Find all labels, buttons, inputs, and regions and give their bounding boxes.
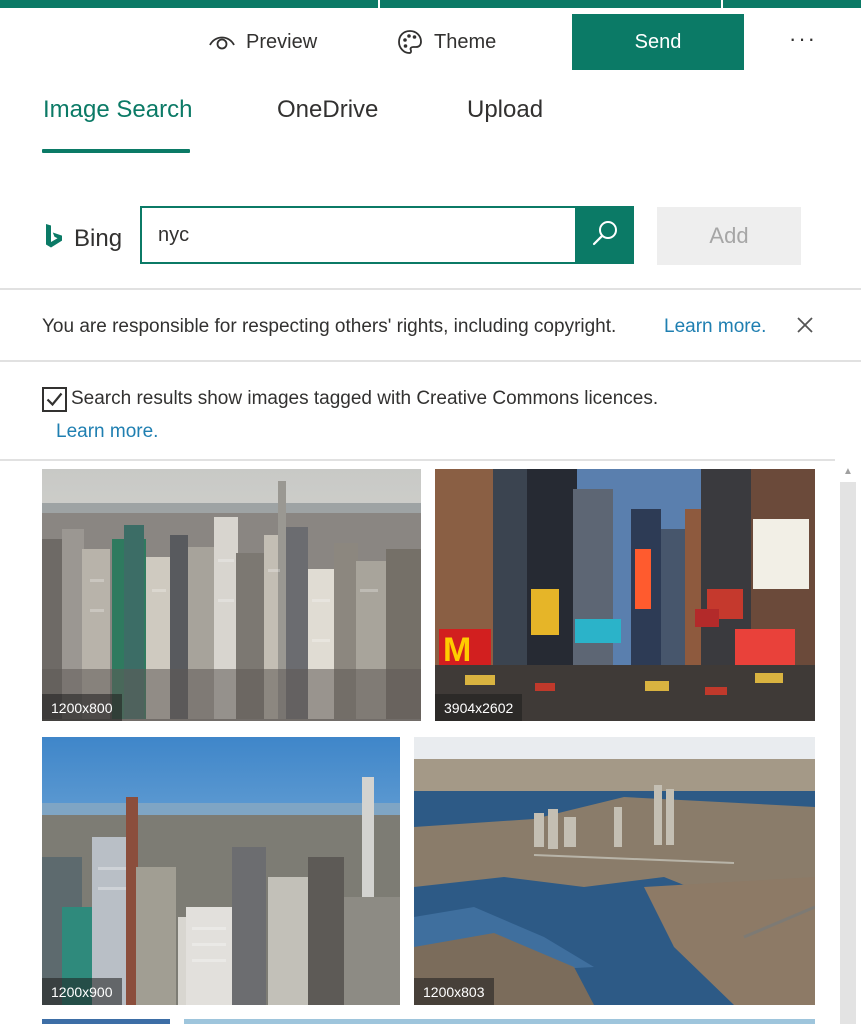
image-size-label: 1200x900	[42, 978, 122, 1005]
bing-logo: Bing	[44, 223, 122, 254]
search-row: Bing Add	[0, 205, 861, 265]
times-square-image: M	[435, 469, 815, 721]
tab-onedrive[interactable]: OneDrive	[277, 96, 378, 124]
tab-upload[interactable]: Upload	[467, 96, 543, 124]
close-icon[interactable]	[794, 314, 816, 336]
preview-button[interactable]: Preview	[208, 22, 317, 62]
search-icon	[590, 218, 620, 253]
notice-text: You are responsible for respecting other…	[42, 316, 617, 337]
copyright-notice: You are responsible for respecting other…	[0, 290, 861, 361]
creative-commons-learn-more-link[interactable]: Learn more.	[56, 421, 158, 443]
image-size-label: 1200x800	[42, 694, 122, 721]
midtown-aerial-image	[42, 737, 400, 1005]
scroll-up-icon[interactable]: ▲	[843, 466, 853, 477]
toolbar: Preview Theme Send ···	[0, 8, 861, 78]
image-results-grid: 1200x800 M 3904x2602 1200x900 1200x803	[0, 459, 861, 1024]
creative-commons-label: Search results show images tagged with C…	[71, 388, 659, 409]
image-result[interactable]: M 3904x2602	[435, 469, 815, 721]
top-accent-strip	[0, 0, 861, 8]
send-button[interactable]: Send	[572, 14, 744, 70]
image-result[interactable]: 1200x803	[414, 737, 815, 1005]
more-options-button[interactable]: ···	[786, 24, 820, 54]
image-result[interactable]: 1200x800	[42, 469, 421, 721]
divider	[0, 360, 861, 362]
image-search-box	[140, 206, 577, 264]
palette-icon	[396, 28, 424, 56]
image-size-label: 3904x2602	[435, 694, 523, 721]
image-result[interactable]	[42, 1019, 170, 1024]
creative-commons-filter: Search results show images tagged with C…	[0, 363, 861, 459]
search-button[interactable]	[576, 206, 634, 264]
theme-button[interactable]: Theme	[396, 22, 496, 62]
theme-label: Theme	[434, 30, 497, 53]
add-button[interactable]: Add	[657, 207, 801, 265]
image-result[interactable]	[184, 1019, 815, 1024]
nyc-skyline-image	[42, 469, 421, 721]
tab-image-search[interactable]: Image Search	[43, 96, 192, 124]
image-result[interactable]: 1200x900	[42, 737, 400, 1005]
bing-label: Bing	[74, 224, 123, 252]
checkmark-icon	[44, 392, 65, 414]
image-size-label: 1200x803	[414, 978, 494, 1005]
search-input[interactable]	[158, 223, 559, 247]
insert-image-tabs: Image Search OneDrive Upload	[0, 90, 861, 160]
bing-icon	[44, 223, 64, 254]
eye-icon	[208, 31, 236, 53]
lower-manhattan-aerial-image	[414, 737, 815, 1005]
preview-label: Preview	[246, 30, 318, 53]
notice-learn-more-link[interactable]: Learn more.	[664, 316, 766, 338]
svg-text:M: M	[443, 631, 471, 669]
active-tab-indicator	[42, 149, 190, 153]
scrollbar-thumb[interactable]	[840, 482, 856, 1024]
creative-commons-checkbox[interactable]	[42, 387, 67, 412]
